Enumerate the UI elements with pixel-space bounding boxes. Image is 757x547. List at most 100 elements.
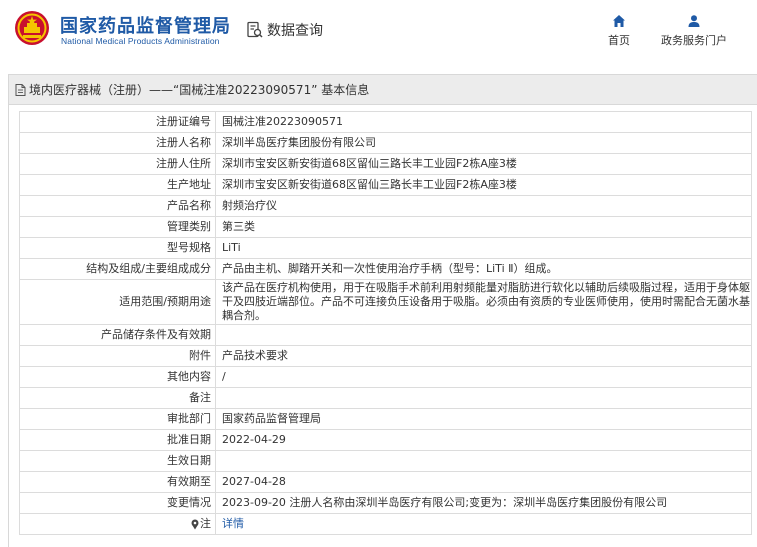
field-value-text: 产品由主机、脚踏开关和一次性使用治疗手柄（型号：LiTi Ⅱ）组成。 [222, 262, 558, 275]
field-label-text: 产品储存条件及有效期 [101, 328, 211, 341]
field-label-text: 批准日期 [167, 433, 211, 446]
section-title: 境内医疗器械（注册）——“国械注准20223090571” 基本信息 [29, 83, 370, 97]
field-label: 审批部门 [19, 408, 216, 430]
field-label-text: 变更情况 [167, 496, 211, 509]
pin-icon [191, 519, 199, 529]
field-label-text: 管理类别 [167, 220, 211, 233]
field-value [215, 450, 752, 472]
field-value-text: 该产品在医疗机构使用，用于在吸脂手术前利用射频能量对脂肪进行软化以辅助后续吸脂过… [222, 281, 750, 322]
field-label: 生产地址 [19, 174, 216, 196]
field-label: 注册人住所 [19, 153, 216, 175]
user-icon [688, 15, 700, 27]
table-row: 管理类别 第三类 [19, 216, 752, 238]
field-label: 结构及组成/主要组成成分 [19, 258, 216, 280]
field-value: 深圳半岛医疗集团股份有限公司 [215, 132, 752, 154]
table-row: 产品储存条件及有效期 [19, 324, 752, 346]
data-query-link[interactable]: 数据查询 [246, 20, 323, 40]
table-row: 备注 [19, 387, 752, 409]
field-label-text: 备注 [189, 391, 211, 404]
field-value-text: 国家药品监督管理局 [222, 412, 321, 425]
field-label: 附件 [19, 345, 216, 367]
field-value [215, 387, 752, 409]
field-label-text: 附件 [189, 349, 211, 362]
home-icon [613, 15, 625, 27]
table-row: 注详情 [19, 513, 752, 535]
field-label-text: 适用范围/预期用途 [119, 295, 211, 308]
field-label: 注 [19, 513, 216, 535]
brand-name-en[interactable]: National Medical Products Administration [61, 36, 220, 46]
field-label-text: 产品名称 [167, 199, 211, 212]
nav-home[interactable]: 首页 [608, 14, 630, 48]
field-label: 适用范围/预期用途 [19, 279, 216, 325]
field-label: 型号规格 [19, 237, 216, 259]
field-label: 管理类别 [19, 216, 216, 238]
field-value: 第三类 [215, 216, 752, 238]
section-title-bar: 境内医疗器械（注册）——“国械注准20223090571” 基本信息 [9, 75, 757, 105]
field-label: 备注 [19, 387, 216, 409]
nav-gov-portal[interactable]: 政务服务门户 [661, 14, 727, 48]
data-query-label: 数据查询 [267, 23, 323, 39]
details-link[interactable]: 详情 [222, 517, 244, 530]
field-value-text: 第三类 [222, 220, 255, 233]
field-label: 产品储存条件及有效期 [19, 324, 216, 346]
field-value-text: 国械注准20223090571 [222, 115, 343, 128]
field-label-text: 结构及组成/主要组成成分 [86, 262, 211, 275]
field-value: 2022-04-29 [215, 429, 752, 451]
field-value-text: / [222, 370, 226, 383]
field-label-text: 审批部门 [167, 412, 211, 425]
table-row: 变更情况 2023-09-20 注册人名称由深圳半岛医疗有限公司;变更为：深圳半岛… [19, 492, 752, 514]
table-row: 附件 产品技术要求 [19, 345, 752, 367]
field-label: 变更情况 [19, 492, 216, 514]
field-value-text: 产品技术要求 [222, 349, 288, 362]
field-value: 深圳市宝安区新安街道68区留仙三路长丰工业园F2栋A座3楼 [215, 174, 752, 196]
brand-name-cn[interactable]: 国家药品监督管理局 [60, 12, 231, 38]
field-value-text: 2022-04-29 [222, 433, 286, 446]
field-label-text: 其他内容 [167, 370, 211, 383]
field-label-text: 注册人名称 [156, 136, 211, 149]
field-value: 产品由主机、脚踏开关和一次性使用治疗手柄（型号：LiTi Ⅱ）组成。 [215, 258, 752, 280]
nav-home-label: 首页 [608, 34, 630, 47]
details-section: 境内医疗器械（注册）——“国械注准20223090571” 基本信息 注册证编号… [8, 74, 757, 547]
table-row: 注册人名称 深圳半岛医疗集团股份有限公司 [19, 132, 752, 154]
field-value-text: 2027-04-28 [222, 475, 286, 488]
field-value[interactable]: 详情 [215, 513, 752, 535]
field-value: 国械注准20223090571 [215, 111, 752, 133]
field-label-text: 生产地址 [167, 178, 211, 191]
field-label-text: 型号规格 [167, 241, 211, 254]
field-value: 射频治疗仪 [215, 195, 752, 217]
field-label: 有效期至 [19, 471, 216, 493]
field-value-text: 深圳市宝安区新安街道68区留仙三路长丰工业园F2栋A座3楼 [222, 178, 517, 191]
national-emblem-logo[interactable] [14, 10, 50, 46]
field-label: 产品名称 [19, 195, 216, 217]
field-label-text: 有效期至 [167, 475, 211, 488]
table-row: 注册人住所 深圳市宝安区新安街道68区留仙三路长丰工业园F2栋A座3楼 [19, 153, 752, 175]
field-value: 深圳市宝安区新安街道68区留仙三路长丰工业园F2栋A座3楼 [215, 153, 752, 175]
table-row: 注册证编号 国械注准20223090571 [19, 111, 752, 133]
field-label: 其他内容 [19, 366, 216, 388]
field-label-text: 注 [200, 517, 211, 530]
field-value: 2027-04-28 [215, 471, 752, 493]
search-document-icon [247, 21, 263, 38]
table-row: 有效期至 2027-04-28 [19, 471, 752, 493]
table-row: 产品名称 射频治疗仪 [19, 195, 752, 217]
field-value: 国家药品监督管理局 [215, 408, 752, 430]
field-value: / [215, 366, 752, 388]
table-row: 生效日期 [19, 450, 752, 472]
table-row: 结构及组成/主要组成成分 产品由主机、脚踏开关和一次性使用治疗手柄（型号：LiTi… [19, 258, 752, 280]
field-label-text: 注册人住所 [156, 157, 211, 170]
field-value: 2023-09-20 注册人名称由深圳半岛医疗有限公司;变更为：深圳半岛医疗集团… [215, 492, 752, 514]
field-label: 注册人名称 [19, 132, 216, 154]
details-table: 注册证编号 国械注准20223090571 注册人名称 深圳半岛医疗集团股份有限公司注… [19, 111, 752, 535]
field-label: 批准日期 [19, 429, 216, 451]
site-header: 国家药品监督管理局 National Medical Products Admi… [0, 0, 757, 62]
table-row: 其他内容 / [19, 366, 752, 388]
table-row: 适用范围/预期用途 该产品在医疗机构使用，用于在吸脂手术前利用射频能量对脂肪进行软… [19, 279, 752, 325]
field-value-text: 2023-09-20 注册人名称由深圳半岛医疗有限公司;变更为：深圳半岛医疗集团… [222, 496, 668, 509]
field-value-text: LiTi [222, 241, 241, 254]
field-value: 该产品在医疗机构使用，用于在吸脂手术前利用射频能量对脂肪进行软化以辅助后续吸脂过… [215, 279, 752, 325]
table-row: 批准日期 2022-04-29 [19, 429, 752, 451]
field-value-text: 射频治疗仪 [222, 199, 277, 212]
field-value [215, 324, 752, 346]
table-row: 生产地址 深圳市宝安区新安街道68区留仙三路长丰工业园F2栋A座3楼 [19, 174, 752, 196]
field-label-text: 注册证编号 [156, 115, 211, 128]
